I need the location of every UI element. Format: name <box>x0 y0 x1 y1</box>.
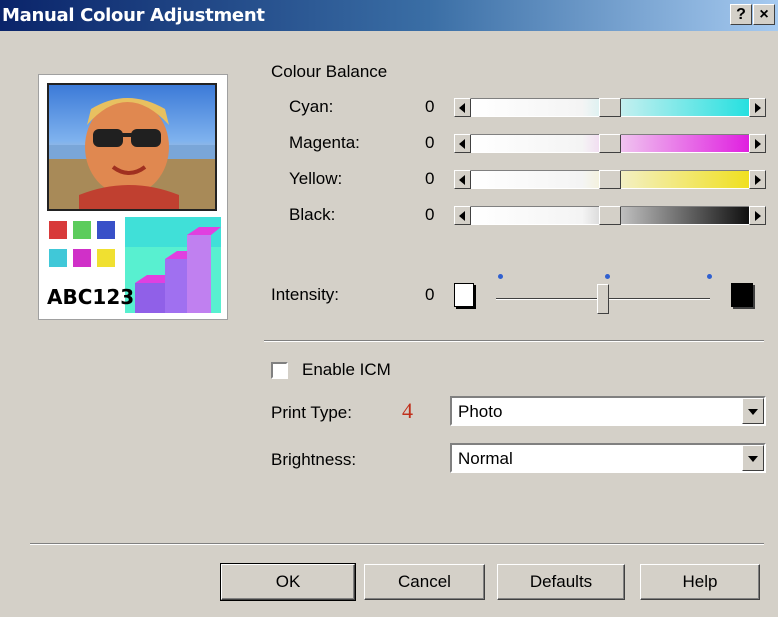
window-title: Manual Colour Adjustment <box>2 5 265 26</box>
blue-swatch <box>97 221 115 239</box>
magenta-value: 0 <box>425 133 435 152</box>
intensity-value: 0 <box>425 285 435 304</box>
scroll-right-icon[interactable] <box>749 98 766 117</box>
black-slider-thumb[interactable] <box>599 206 621 225</box>
separator <box>264 340 764 342</box>
preview-text-sample: ABC123 <box>47 285 135 309</box>
preview-panel: ABC123 <box>38 74 228 320</box>
green-swatch <box>73 221 91 239</box>
cyan-slider-thumb[interactable] <box>599 98 621 117</box>
scroll-left-icon[interactable] <box>454 98 471 117</box>
scroll-left-icon[interactable] <box>454 170 471 189</box>
yellow-slider[interactable] <box>454 170 766 189</box>
brightness-select[interactable]: Normal <box>450 443 766 473</box>
title-bar: Manual Colour Adjustment ? × <box>0 0 778 31</box>
cancel-button[interactable]: Cancel <box>364 564 485 600</box>
enable-icm-label[interactable]: Enable ICM <box>302 360 391 380</box>
scroll-right-icon[interactable] <box>749 134 766 153</box>
print-type-label: Print Type: <box>271 403 352 422</box>
intensity-max-tick <box>707 274 712 279</box>
intensity-slider-thumb[interactable] <box>597 284 609 314</box>
chevron-down-icon[interactable] <box>742 445 764 471</box>
print-type-select[interactable]: Photo <box>450 396 766 426</box>
intensity-mid-tick <box>605 274 610 279</box>
callout-marker: 4 <box>402 398 413 423</box>
chevron-down-icon[interactable] <box>742 398 764 424</box>
enable-icm-checkbox[interactable] <box>271 362 288 379</box>
black-slider[interactable] <box>454 206 766 225</box>
colour-balance-heading: Colour Balance <box>271 62 388 81</box>
cyan-value: 0 <box>425 97 435 116</box>
magenta-label: Magenta: <box>289 133 360 152</box>
scroll-right-icon[interactable] <box>749 170 766 189</box>
help-title-button[interactable]: ? <box>730 4 752 25</box>
intensity-label: Intensity: <box>271 285 340 304</box>
yellow-swatch <box>97 249 115 267</box>
defaults-button[interactable]: Defaults <box>497 564 625 600</box>
preview-photo <box>47 83 217 211</box>
staircase-graphic <box>125 217 221 313</box>
separator <box>30 543 764 545</box>
red-swatch <box>49 221 67 239</box>
help-button[interactable]: Help <box>640 564 760 600</box>
scroll-left-icon[interactable] <box>454 206 471 225</box>
yellow-label: Yellow: <box>289 169 343 188</box>
scroll-right-icon[interactable] <box>749 206 766 225</box>
black-label: Black: <box>289 205 336 224</box>
scroll-left-icon[interactable] <box>454 134 471 153</box>
magenta-slider-thumb[interactable] <box>599 134 621 153</box>
print-type-value: Photo <box>458 402 503 421</box>
cyan-slider[interactable] <box>454 98 766 117</box>
magenta-swatch <box>73 249 91 267</box>
brightness-value: Normal <box>458 449 513 468</box>
cyan-swatch <box>49 249 67 267</box>
ok-button[interactable]: OK <box>220 563 356 601</box>
yellow-slider-thumb[interactable] <box>599 170 621 189</box>
yellow-value: 0 <box>425 169 435 188</box>
magenta-slider[interactable] <box>454 134 766 153</box>
brightness-label: Brightness: <box>271 450 357 469</box>
dark-intensity-icon <box>731 283 753 307</box>
close-title-button[interactable]: × <box>753 4 775 25</box>
child-with-sunglasses-image <box>49 98 215 209</box>
intensity-min-tick <box>498 274 503 279</box>
black-value: 0 <box>425 205 435 224</box>
cyan-label: Cyan: <box>289 97 334 116</box>
light-intensity-icon <box>454 283 474 307</box>
